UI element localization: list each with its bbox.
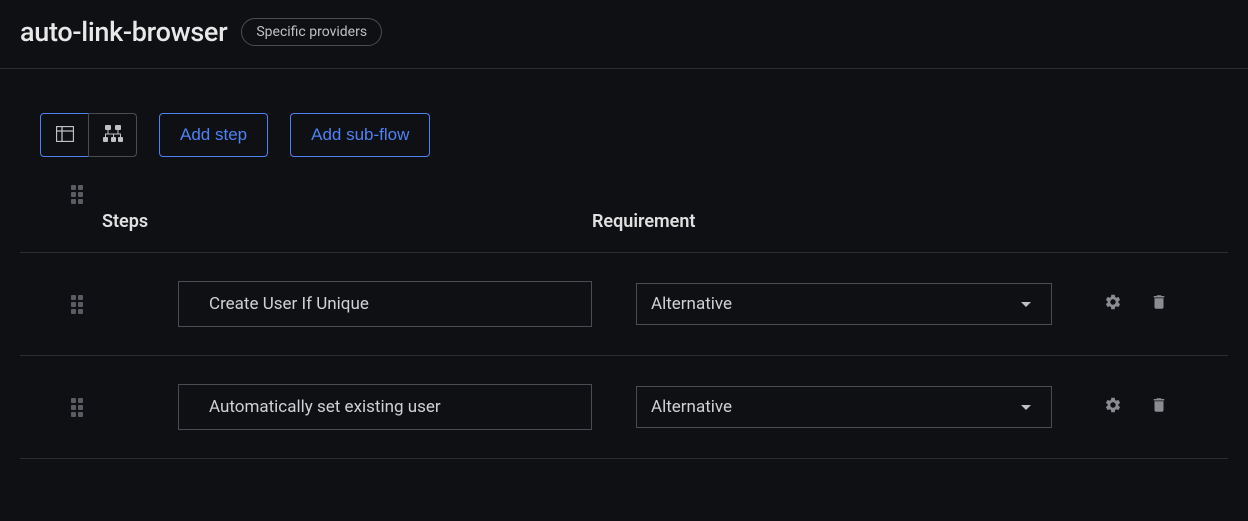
requirement-column-header: Requirement <box>592 183 1228 232</box>
requirement-value: Alternative <box>651 397 732 417</box>
chevron-down-icon <box>1021 405 1031 410</box>
requirement-select[interactable]: Alternative <box>636 386 1052 428</box>
requirement-select[interactable]: Alternative <box>636 283 1052 325</box>
diagram-icon <box>103 125 123 146</box>
trash-icon <box>1150 292 1168 316</box>
table-row: Automatically set existing user Alternat… <box>20 356 1228 459</box>
row-actions <box>1104 292 1228 316</box>
step-name[interactable]: Create User If Unique <box>178 281 592 327</box>
diagram-view-button[interactable] <box>88 113 137 157</box>
step-name[interactable]: Automatically set existing user <box>178 384 592 430</box>
steps-column-header: Steps <box>102 183 592 232</box>
drag-handle[interactable] <box>52 398 102 417</box>
flow-table: Steps Requirement Create User If Unique … <box>0 183 1248 459</box>
drag-handle-icon <box>71 295 83 314</box>
settings-button[interactable] <box>1104 396 1122 418</box>
table-view-button[interactable] <box>40 113 89 157</box>
table-row: Create User If Unique Alternative <box>20 253 1228 356</box>
gear-icon <box>1104 293 1122 315</box>
gear-icon <box>1104 396 1122 418</box>
toolbar: Add step Add sub-flow <box>0 69 1248 183</box>
requirement-value: Alternative <box>651 294 732 314</box>
page-header: auto-link-browser Specific providers <box>0 0 1248 69</box>
drag-column-header <box>52 183 102 204</box>
page-title: auto-link-browser <box>20 16 227 48</box>
provider-badge: Specific providers <box>241 18 382 46</box>
add-sub-flow-button[interactable]: Add sub-flow <box>290 113 430 157</box>
view-toggle-group <box>40 113 137 157</box>
add-step-button[interactable]: Add step <box>159 113 268 157</box>
table-icon <box>56 126 74 145</box>
chevron-down-icon <box>1021 302 1031 307</box>
drag-handle-icon <box>71 398 83 417</box>
settings-button[interactable] <box>1104 293 1122 315</box>
delete-button[interactable] <box>1150 292 1168 316</box>
table-header-row: Steps Requirement <box>20 183 1228 253</box>
row-actions <box>1104 395 1228 419</box>
drag-handle[interactable] <box>52 295 102 314</box>
drag-handle-icon <box>71 185 83 204</box>
delete-button[interactable] <box>1150 395 1168 419</box>
trash-icon <box>1150 395 1168 419</box>
